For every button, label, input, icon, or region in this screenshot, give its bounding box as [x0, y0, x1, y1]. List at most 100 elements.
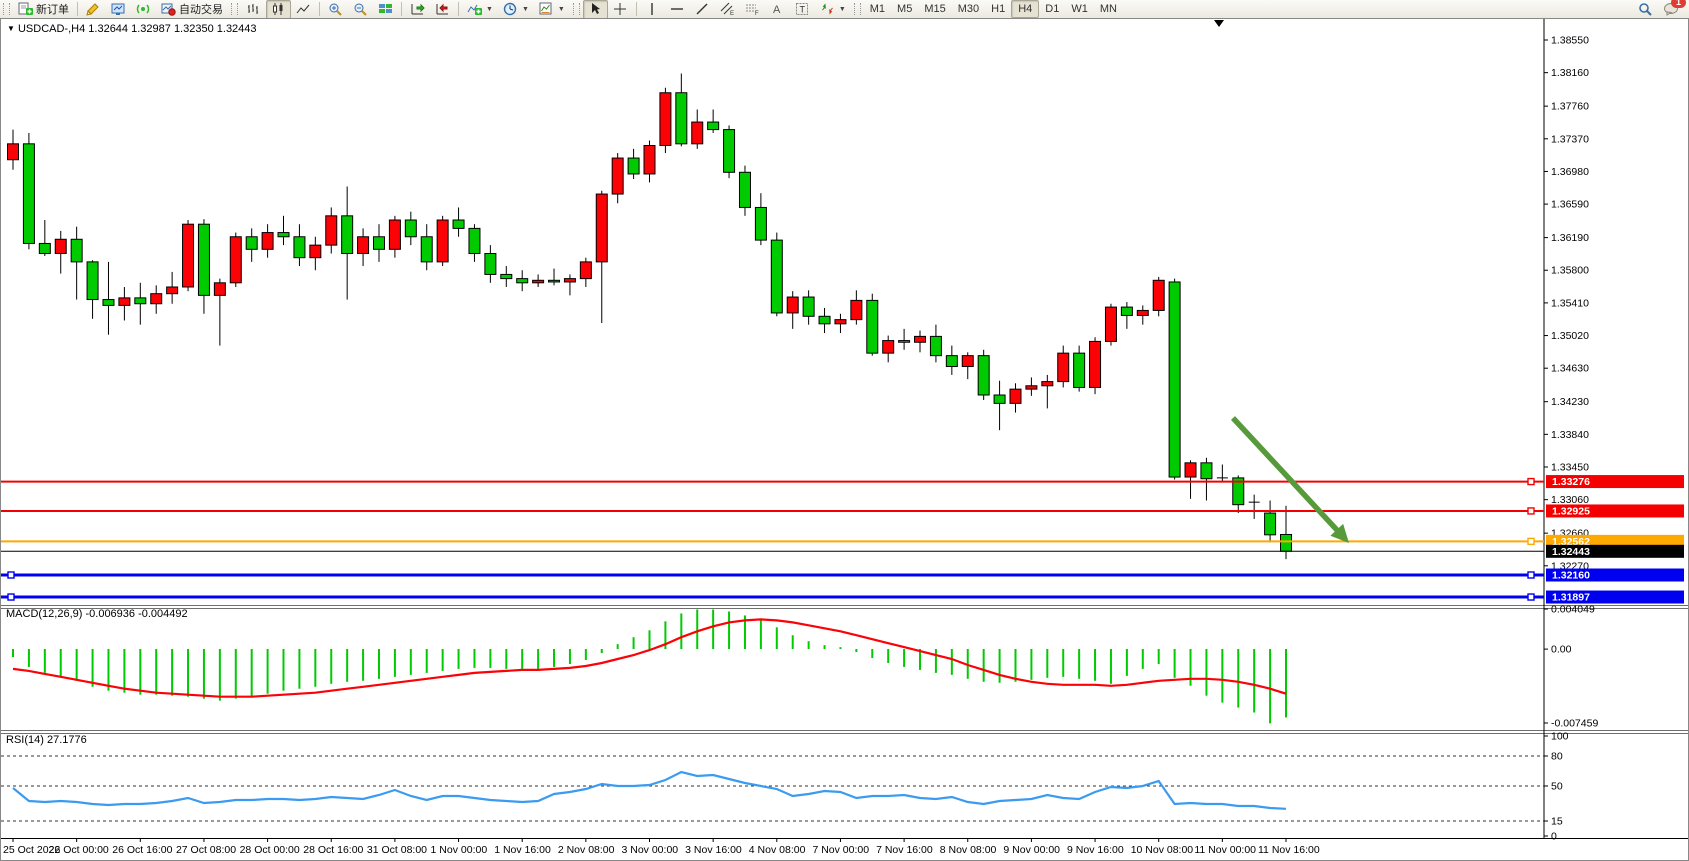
- new-order-button[interactable]: 新订单: [13, 0, 74, 19]
- macd-main-value: -0.006936: [85, 608, 135, 620]
- svg-text:1.36980: 1.36980: [1551, 166, 1589, 178]
- tile-windows-button[interactable]: [373, 0, 398, 19]
- text-label-button[interactable]: T: [790, 0, 815, 19]
- text-tool-icon: A: [770, 2, 785, 16]
- candle: [1153, 277, 1164, 316]
- svg-text:11 Nov 16:00: 11 Nov 16:00: [1258, 844, 1320, 856]
- price-line-badge: 1.31897: [1546, 591, 1684, 604]
- svg-text:1.34230: 1.34230: [1551, 396, 1589, 408]
- zoom-in-button[interactable]: [323, 0, 348, 19]
- line-handle[interactable]: [1528, 572, 1534, 578]
- line-handle[interactable]: [1528, 538, 1534, 544]
- svg-text:1.32160: 1.32160: [1552, 570, 1590, 582]
- tab-m5[interactable]: M5: [891, 1, 918, 17]
- svg-text:28 Oct 16:00: 28 Oct 16:00: [303, 844, 363, 856]
- legend-low: 1.32350: [174, 23, 214, 35]
- fibonacci-button[interactable]: F: [740, 0, 765, 19]
- macd-signal-value: -0.004492: [138, 608, 188, 620]
- tab-m1[interactable]: M1: [864, 1, 891, 17]
- candlestick-chart-button[interactable]: [266, 0, 291, 19]
- periods-button[interactable]: ▼: [498, 0, 534, 19]
- svg-text:1.33276: 1.33276: [1552, 476, 1590, 488]
- zoom-out-button[interactable]: [348, 0, 373, 19]
- indicators-button[interactable]: ▼: [462, 0, 498, 19]
- tab-d1[interactable]: D1: [1039, 1, 1065, 17]
- svg-text:F: F: [755, 11, 759, 16]
- line-handle[interactable]: [8, 572, 14, 578]
- svg-text:1.36590: 1.36590: [1551, 199, 1589, 211]
- metaeditor-icon: [86, 2, 101, 16]
- svg-text:9 Nov 16:00: 9 Nov 16:00: [1067, 844, 1124, 856]
- svg-text:100: 100: [1551, 731, 1569, 743]
- metaeditor-button[interactable]: [81, 0, 106, 19]
- cursor-button[interactable]: [583, 0, 608, 19]
- signals-icon: [136, 2, 151, 16]
- line-handle[interactable]: [1528, 594, 1534, 600]
- crosshair-button[interactable]: [608, 0, 633, 19]
- candle: [724, 125, 735, 178]
- market-watch-icon: [111, 2, 126, 16]
- toolbar-grip[interactable]: [854, 3, 861, 15]
- toolbar-grip[interactable]: [231, 3, 238, 15]
- svg-text:1.32443: 1.32443: [1552, 546, 1590, 558]
- text-tool-button[interactable]: A: [765, 0, 790, 19]
- line-chart-button[interactable]: [291, 0, 316, 19]
- tab-h4[interactable]: H4: [1011, 0, 1039, 18]
- svg-text:28 Oct 00:00: 28 Oct 00:00: [240, 844, 300, 856]
- signals-button[interactable]: [131, 0, 156, 19]
- tab-m30[interactable]: M30: [952, 1, 985, 17]
- one-click-collapse-icon[interactable]: ▼: [7, 24, 15, 33]
- horizontal-line-button[interactable]: [665, 0, 690, 19]
- svg-text:27 Oct 08:00: 27 Oct 08:00: [176, 844, 236, 856]
- notifications-button[interactable]: 1: [1658, 0, 1683, 19]
- chart-shift-icon: [435, 2, 450, 16]
- auto-scroll-button[interactable]: [405, 0, 430, 19]
- trendline-button[interactable]: [690, 0, 715, 19]
- line-handle[interactable]: [8, 594, 14, 600]
- equidistant-channel-button[interactable]: E: [715, 0, 740, 19]
- search-button[interactable]: [1633, 0, 1658, 19]
- chart-shift-button[interactable]: [430, 0, 455, 19]
- candle: [1169, 279, 1180, 480]
- trendline-icon: [695, 2, 710, 16]
- svg-text:1.32925: 1.32925: [1552, 505, 1590, 517]
- chart-legend: ▼ USDCAD-,H4 1.32644 1.32987 1.32350 1.3…: [7, 23, 257, 35]
- chart-window: ▼ USDCAD-,H4 1.32644 1.32987 1.32350 1.3…: [0, 18, 1689, 861]
- svg-text:1 Nov 16:00: 1 Nov 16:00: [494, 844, 551, 856]
- new-order-icon: [18, 2, 33, 16]
- toolbar-grip[interactable]: [573, 3, 580, 15]
- text-label-icon: T: [795, 2, 810, 16]
- tab-h1[interactable]: H1: [985, 1, 1011, 17]
- dropdown-caret-icon: ▼: [486, 6, 493, 13]
- market-watch-button[interactable]: [106, 0, 131, 19]
- notification-badge: 1: [1671, 0, 1686, 8]
- legend-close: 1.32443: [217, 23, 257, 35]
- candle: [867, 294, 878, 356]
- svg-text:80: 80: [1551, 751, 1563, 763]
- autotrading-button[interactable]: 自动交易: [156, 0, 228, 19]
- svg-text:8 Nov 08:00: 8 Nov 08:00: [940, 844, 997, 856]
- svg-text:4 Nov 08:00: 4 Nov 08:00: [749, 844, 806, 856]
- vertical-line-button[interactable]: [640, 0, 665, 19]
- svg-text:7 Nov 16:00: 7 Nov 16:00: [876, 844, 933, 856]
- svg-text:1.33060: 1.33060: [1551, 494, 1589, 506]
- chart-canvas[interactable]: 1.385501.381601.377601.373701.369801.365…: [1, 19, 1688, 860]
- tab-mn[interactable]: MN: [1094, 1, 1123, 17]
- svg-text:1.33840: 1.33840: [1551, 429, 1589, 441]
- line-chart-icon: [296, 2, 311, 16]
- arrows-tool-icon: [820, 2, 835, 16]
- templates-button[interactable]: ▼: [534, 0, 570, 19]
- dropdown-caret-icon: ▼: [839, 6, 846, 13]
- svg-text:A: A: [773, 4, 781, 16]
- svg-text:1.35020: 1.35020: [1551, 330, 1589, 342]
- tab-w1[interactable]: W1: [1065, 1, 1094, 17]
- legend-open: 1.32644: [88, 23, 128, 35]
- arrows-tool-button[interactable]: ▼: [815, 0, 851, 19]
- line-handle[interactable]: [1528, 479, 1534, 485]
- dropdown-caret-icon: ▼: [522, 6, 529, 13]
- toolbar-grip[interactable]: [3, 3, 10, 15]
- line-handle[interactable]: [1528, 508, 1534, 514]
- bar-chart-button[interactable]: [241, 0, 266, 19]
- macd-indicator-label: MACD(12,26,9) -0.006936 -0.004492: [6, 608, 188, 620]
- tab-m15[interactable]: M15: [918, 1, 951, 17]
